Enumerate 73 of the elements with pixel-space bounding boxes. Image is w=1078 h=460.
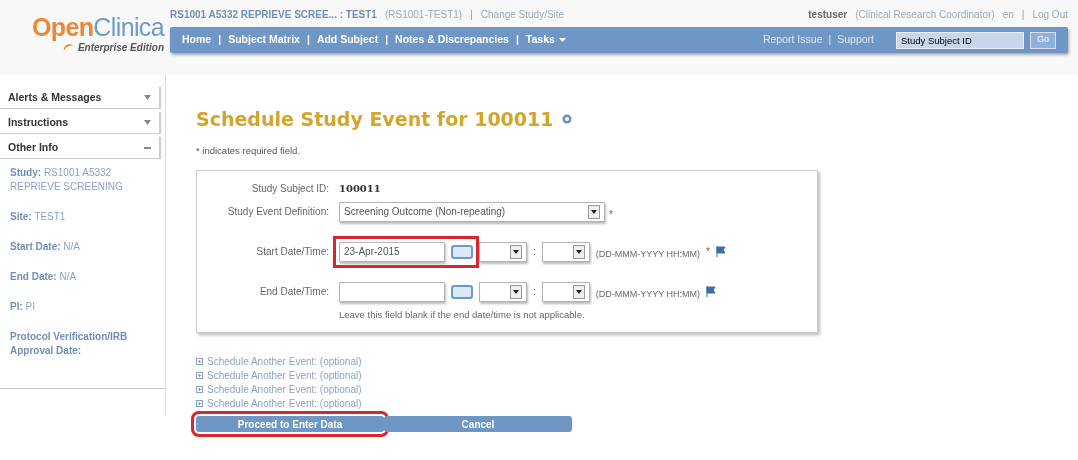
date-format-hint: (DD-MMM-YYYY HH:MM) [595,288,701,301]
schedule-another-event-link[interactable]: Schedule Another Event: (optional) [196,397,1078,410]
schedule-another-event-link[interactable]: Schedule Another Event: (optional) [196,383,1078,396]
nav-link[interactable]: Notes & Discrepancies [395,32,509,48]
required-asterisk: * [609,207,613,222]
study-name: RS1001 A5332 REPRIEVE SCREE... : TEST1 [170,8,377,22]
calendar-icon[interactable] [451,244,473,259]
nav-separator: | [218,32,222,48]
nav-link[interactable]: Home [182,32,212,48]
sidebar-panel-tab[interactable]: Alerts & Messages [0,87,161,109]
collapse-icon [144,146,151,149]
info-text: PI: PI [10,300,36,314]
expand-icon [196,386,203,393]
expand-arrow-icon [144,95,151,100]
end-date-hint: Leave this field blank if the end date/time is not applicable. [339,307,586,322]
date-format-hint: (DD-MMM-YYYY HH:MM) [595,248,701,261]
info-text: Start Date: N/A [10,240,82,254]
swoosh-icon [61,43,74,52]
site-code: (RS1001-TEST1) [384,8,463,22]
date-field[interactable]: 23-Apr-2015 [333,235,479,268]
nav-link[interactable]: Add Subject [316,32,379,48]
nav-link[interactable]: Subject Matrix [228,32,300,48]
info-text: Site: TEST1 [10,210,67,224]
subject-id-value: 100011 [339,181,382,196]
go-button[interactable]: Go [1030,31,1056,49]
schedule-another-event-link[interactable]: Schedule Another Event: (optional) [196,355,1078,368]
dropdown-arrow-icon [558,38,566,42]
form-button[interactable]: Cancel [384,416,572,432]
nav-separator: | [306,32,310,48]
flag-icon[interactable] [706,286,718,298]
event-definition-select[interactable]: Screening Outcome (Non-repeating) [339,201,605,222]
minute-select[interactable] [541,281,590,302]
required-asterisk: * [706,245,710,260]
schedule-another-event-link[interactable]: Schedule Another Event: (optional) [196,369,1078,382]
expand-icon [196,358,203,365]
logout-link[interactable]: Log Out [1032,7,1068,27]
expand-arrow-icon [144,120,151,125]
sidebar-panel-tab[interactable]: Instructions [0,112,161,134]
time-colon: : [533,285,536,300]
report-issue-link[interactable]: Report Issue [762,32,823,48]
hour-select[interactable] [479,281,527,302]
info-text: Protocol Verification/IRB Approval Date: [10,330,129,358]
language-link[interactable]: en [1002,7,1014,27]
hour-select[interactable] [479,241,527,262]
field-label: Study Subject ID: [250,181,329,196]
page-title: Schedule Study Event for 100011 [196,107,554,132]
nav-link[interactable]: Tasks [525,32,566,48]
required-note: * indicates required field. [196,143,302,158]
search-field[interactable]: Study Subject ID [896,31,1024,49]
edition-label: Enterprise Edition [77,41,164,55]
flag-icon[interactable] [716,246,727,258]
user-role: (Clinical Research Coordinator) [855,8,995,22]
nav-separator: | [515,32,519,48]
help-icon[interactable] [561,114,572,125]
change-study-link[interactable]: Change Study/Site [480,7,565,27]
support-link[interactable]: Support [837,32,874,48]
username: testuser [808,8,848,22]
field-label: Study Event Definition: [226,205,329,220]
time-colon: : [533,245,536,260]
separator: | [1021,8,1025,22]
logo[interactable]: OpenClinica [31,14,164,40]
field-label: Start Date/Time: [255,245,329,260]
expand-icon [196,372,203,379]
field-label: End Date/Time: [258,285,329,300]
nav-separator: | [385,32,389,48]
minute-select[interactable] [541,241,590,262]
calendar-icon[interactable] [451,284,473,299]
expand-icon [196,400,203,407]
sidebar-panel-tab[interactable]: Other Info [0,137,161,159]
info-text: Study: RS1001 A5332 REPRIEVE SCREENING [10,166,124,194]
info-text: End Date: N/A [10,270,78,284]
separator: | [470,8,473,22]
nav-separator: | [828,32,832,48]
